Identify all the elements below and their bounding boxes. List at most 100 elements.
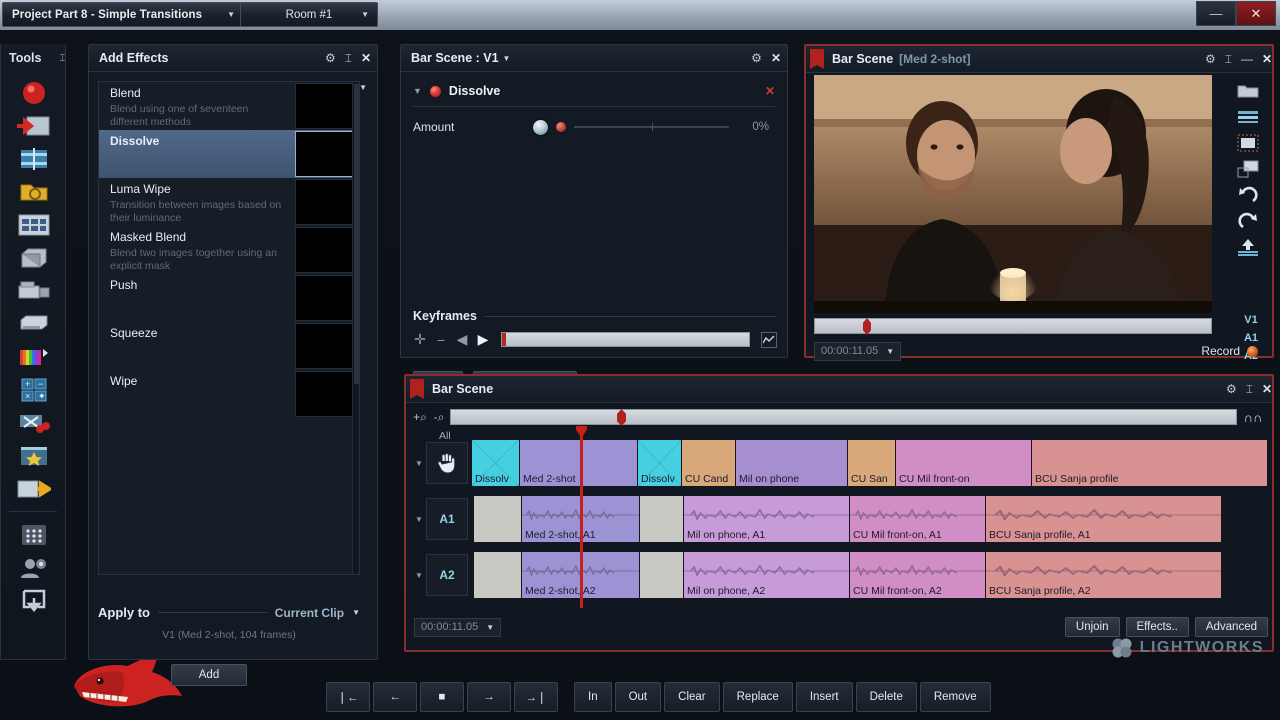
gear-icon[interactable]: ⚙: [1205, 53, 1216, 65]
stacked-layers-icon[interactable]: [1230, 104, 1266, 130]
keyframes-timeline[interactable]: [501, 332, 750, 347]
effect-thumbnail[interactable]: [295, 323, 357, 369]
effect-list-item[interactable]: Dissolve: [99, 130, 359, 178]
timeline-scrub-marker[interactable]: [617, 409, 626, 426]
folder-icon[interactable]: [1230, 78, 1266, 104]
effects-star-icon[interactable]: [1, 439, 67, 472]
close-icon[interactable]: ✕: [361, 52, 371, 64]
collapse-triangle-icon[interactable]: ▼: [413, 86, 422, 96]
keyframe-graph-icon[interactable]: [761, 332, 777, 348]
pin-icon[interactable]: ⌶: [1225, 53, 1232, 65]
effect-list-item[interactable]: Squeeze: [99, 322, 359, 370]
timeline-clip[interactable]: Mil on phone: [736, 440, 848, 486]
next-keyframe-icon[interactable]: ▶: [476, 331, 490, 348]
record-icon[interactable]: [1, 76, 67, 109]
hand-cursor-icon[interactable]: [426, 442, 468, 484]
effects-scrollbar[interactable]: [352, 82, 359, 575]
timeline-clip[interactable]: BCU Sanja profile, A2: [986, 552, 1222, 598]
timeline-clip[interactable]: [474, 496, 522, 542]
stop-button[interactable]: ■: [420, 682, 464, 712]
effect-thumbnail[interactable]: [295, 179, 357, 225]
clear-button[interactable]: Clear: [664, 682, 719, 712]
timeline-clip[interactable]: Dissolv: [638, 440, 682, 486]
timeline-clip[interactable]: CU Mil front-on: [896, 440, 1032, 486]
grid-bin-icon[interactable]: [1, 208, 67, 241]
insert-frame-icon[interactable]: [1230, 156, 1266, 182]
go-to-end-button[interactable]: →❘: [514, 682, 558, 712]
pin-icon[interactable]: ⌶: [345, 52, 352, 64]
effect-thumbnail[interactable]: [295, 83, 357, 129]
upload-track-icon[interactable]: [1230, 234, 1266, 260]
effect-thumbnail[interactable]: [295, 275, 357, 321]
calculator-icon[interactable]: +−×✦: [1, 373, 67, 406]
effect-thumbnail[interactable]: [295, 227, 357, 273]
viewer-scrubber[interactable]: [814, 318, 1212, 334]
timeline-clip[interactable]: CU San: [848, 440, 896, 486]
minimize-icon[interactable]: —: [1241, 53, 1253, 65]
add-button[interactable]: Add: [171, 664, 247, 686]
step-forward-button[interactable]: →: [467, 682, 511, 712]
timeline-clip[interactable]: Dissolv: [472, 440, 520, 486]
timeline-clip[interactable]: [640, 552, 684, 598]
viewer-playhead-marker[interactable]: [863, 318, 871, 335]
effect-list-item[interactable]: Push: [99, 274, 359, 322]
add-keyframe-icon[interactable]: ✛: [413, 331, 427, 348]
advanced-button[interactable]: Advanced: [1195, 617, 1268, 637]
close-button[interactable]: ✕: [1236, 1, 1276, 26]
amount-knob[interactable]: [533, 120, 548, 135]
keyframe-playhead[interactable]: [502, 333, 506, 346]
timeline-timecode-box[interactable]: 00:00:11.05 ▼: [414, 618, 501, 637]
user-settings-icon[interactable]: [1, 551, 67, 584]
close-icon[interactable]: ✕: [1262, 383, 1272, 395]
timeline-clip[interactable]: [640, 496, 684, 542]
archive-icon[interactable]: [1, 241, 67, 274]
effect-list-item[interactable]: Wipe: [99, 370, 359, 418]
effect-list-item[interactable]: BlendBlend using one of seventeen differ…: [99, 82, 359, 130]
import-icon[interactable]: [1, 109, 67, 142]
prev-keyframe-icon[interactable]: ◀: [455, 331, 469, 348]
redo-icon[interactable]: [1230, 208, 1266, 234]
deck-icon[interactable]: [1, 307, 67, 340]
record-indicator[interactable]: Record: [1201, 344, 1266, 358]
gear-icon[interactable]: ⚙: [325, 52, 336, 64]
timeline-scrubber[interactable]: [450, 409, 1237, 425]
pin-icon[interactable]: ⌶: [1246, 383, 1253, 395]
track-collapse-icon[interactable]: ▼: [412, 571, 426, 580]
out-button[interactable]: Out: [615, 682, 662, 712]
effects-list[interactable]: BlendBlend using one of seventeen differ…: [98, 81, 360, 575]
chevron-down-icon[interactable]: ▼: [499, 54, 519, 63]
folder-search-icon[interactable]: [1, 175, 67, 208]
close-icon[interactable]: ✕: [771, 52, 781, 64]
undo-icon[interactable]: [1230, 182, 1266, 208]
timeline-clip[interactable]: Med 2-shot: [520, 440, 638, 486]
zoom-out-icon[interactable]: -⌕: [431, 410, 447, 425]
chevron-down-icon[interactable]: ▼: [486, 623, 494, 632]
chevron-down-icon[interactable]: ▼: [352, 608, 360, 617]
effect-enable-icon[interactable]: [430, 86, 441, 97]
effect-thumbnail[interactable]: [295, 131, 357, 177]
viewer-timecode-box[interactable]: 00:00:11.05 ▼: [814, 342, 901, 361]
loop-icon[interactable]: ∩∩: [1240, 410, 1266, 425]
timeline-playhead-handle[interactable]: [576, 426, 587, 438]
timeline-clip[interactable]: CU Cand: [682, 440, 736, 486]
timeline-clip[interactable]: CU Mil front-on, A1: [850, 496, 986, 542]
go-to-start-button[interactable]: ❘←: [326, 682, 370, 712]
minimize-button[interactable]: —: [1196, 1, 1236, 26]
effects-button[interactable]: Effects..: [1126, 617, 1189, 637]
chevron-down-icon[interactable]: ▼: [886, 347, 894, 356]
chevron-down-icon[interactable]: ▼: [359, 83, 367, 92]
unjoin-button[interactable]: Unjoin: [1065, 617, 1120, 637]
amount-slider[interactable]: [574, 126, 729, 128]
timeline-clip[interactable]: BCU Sanja profile, A1: [986, 496, 1222, 542]
camera-capture-icon[interactable]: [1, 274, 67, 307]
chevron-down-icon[interactable]: ▼: [357, 10, 377, 19]
viewer-track-v1[interactable]: V1: [1238, 314, 1264, 326]
in-button[interactable]: In: [574, 682, 612, 712]
gear-icon[interactable]: ⚙: [1226, 383, 1237, 395]
amount-value[interactable]: 0%: [729, 121, 775, 133]
download-icon[interactable]: [1, 584, 67, 617]
insert-button[interactable]: Insert: [796, 682, 853, 712]
scrollbar-thumb[interactable]: [354, 84, 359, 384]
export-icon[interactable]: [1, 472, 67, 505]
effect-thumbnail[interactable]: [295, 371, 357, 417]
